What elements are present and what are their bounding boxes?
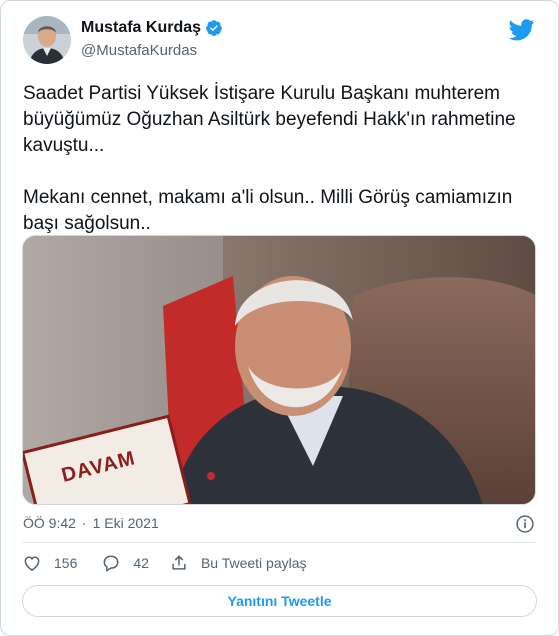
reply-tweet-button[interactable]: Yanıtını Tweetle [22,585,537,617]
author-avatar[interactable] [23,16,71,64]
divider [22,542,537,543]
reply-count: 42 [133,555,149,571]
share-label: Bu Tweeti paylaş [200,555,307,571]
tweet-card: Mustafa Kurdaş @MustafaKurdas Saadet Par… [0,0,559,636]
author-display-name[interactable]: Mustafa Kurdaş [81,19,201,37]
author-handle[interactable]: @MustafaKurdas [81,42,197,59]
share-button[interactable]: Bu Tweeti paylaş [169,553,307,573]
author-name-row: Mustafa Kurdaş [81,19,223,37]
timestamp-separator: · [81,515,87,531]
tweet-actions: 156 42 Bu Tweeti paylaş [22,553,307,573]
reply-icon [103,555,119,572]
reply-action[interactable]: 42 [101,553,149,573]
tweet-text: Saadet Partisi Yüksek İstişare Kurulu Ba… [23,83,516,234]
verified-badge-icon [206,20,222,36]
tweet-time: ÖÖ 9:42 [23,515,76,531]
tweet-timestamp[interactable]: ÖÖ 9:42 · 1 Eki 2021 [23,515,159,531]
tweet-date: 1 Eki 2021 [92,515,159,531]
twitter-bird-icon[interactable] [509,19,535,41]
avatar-photo [23,16,71,64]
like-button[interactable]: 156 [22,553,77,573]
heart-icon [24,556,40,571]
share-icon [172,555,186,570]
like-count: 156 [54,555,78,571]
tweet-photo[interactable]: DAVAM [22,235,536,505]
info-icon[interactable] [515,514,535,534]
